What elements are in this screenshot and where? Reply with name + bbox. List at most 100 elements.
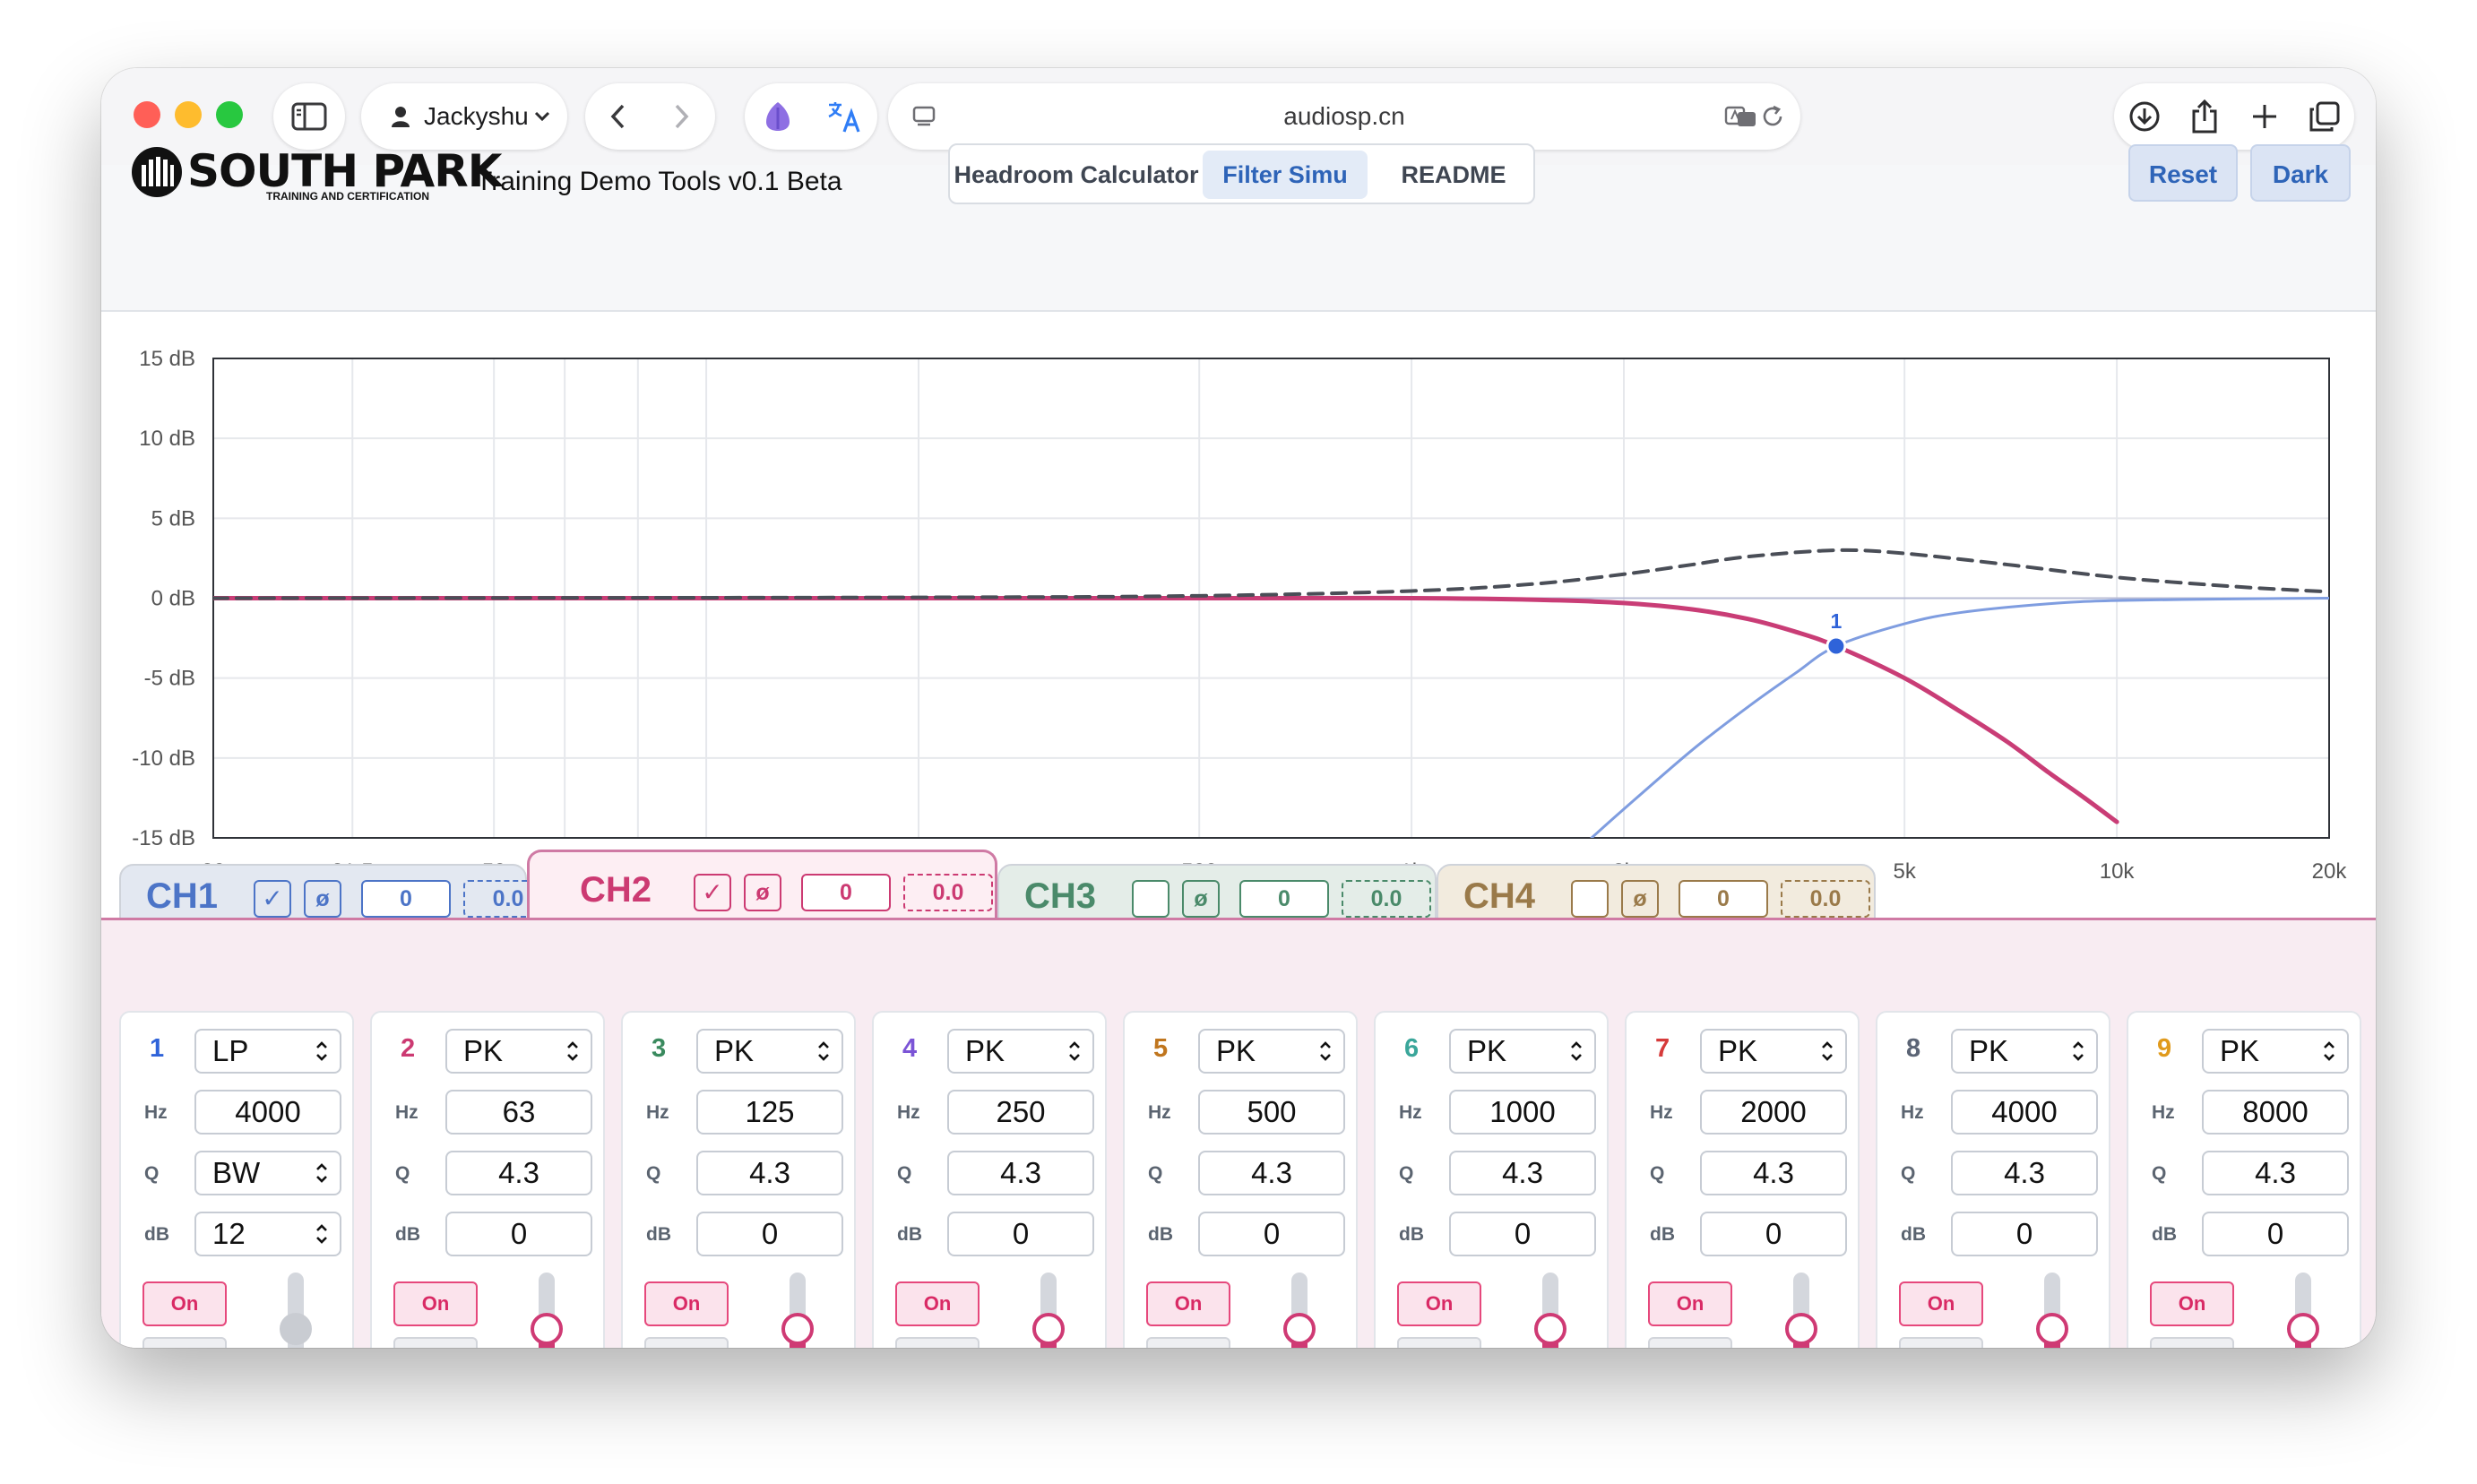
band-reset-button[interactable]: Reset	[644, 1337, 729, 1348]
close-window-button[interactable]	[134, 101, 160, 128]
band-on-button[interactable]: On	[895, 1281, 980, 1326]
band-on-button[interactable]: On	[1397, 1281, 1481, 1326]
band-hz-field[interactable]: 250	[947, 1090, 1094, 1135]
band-q-field[interactable]: 4.3	[947, 1151, 1094, 1195]
download-icon[interactable]	[2114, 100, 2174, 133]
band-type-select[interactable]: PK	[696, 1029, 843, 1074]
band-on-button[interactable]: On	[644, 1281, 729, 1326]
band-type-select[interactable]: PK	[2202, 1029, 2349, 1074]
dark-mode-button[interactable]: Dark	[2250, 144, 2351, 202]
channel-enable-checkbox[interactable]: ✓	[254, 880, 291, 918]
band-reset-button[interactable]: Reset	[1899, 1337, 1983, 1348]
reader-icon[interactable]	[1723, 105, 1759, 128]
band-type-select[interactable]: PK	[1198, 1029, 1345, 1074]
band-q-field[interactable]: 4.3	[696, 1151, 843, 1195]
band-gain-slider-knob[interactable]	[280, 1313, 312, 1345]
channel-enable-checkbox[interactable]	[1571, 880, 1609, 918]
new-tab-icon[interactable]	[2234, 102, 2294, 131]
reload-icon[interactable]	[1759, 105, 1786, 128]
band-reset-button[interactable]: Reset	[1648, 1337, 1732, 1348]
channel-phase-toggle[interactable]: ø	[1182, 880, 1220, 918]
band-on-button[interactable]: On	[1899, 1281, 1983, 1326]
band-db-field[interactable]: 0	[947, 1212, 1094, 1256]
band-on-button[interactable]: On	[2150, 1281, 2234, 1326]
band-reset-button[interactable]: Reset	[142, 1337, 227, 1348]
band-db-field[interactable]: 0	[696, 1212, 843, 1256]
band-hz-field[interactable]: 125	[696, 1090, 843, 1135]
band-db-field[interactable]: 0	[1700, 1212, 1847, 1256]
band-gain-slider-knob[interactable]	[1534, 1313, 1566, 1345]
band-hz-field[interactable]: 8000	[2202, 1090, 2349, 1135]
channel-tab-ch3[interactable]: CH3 ø 0 0.0	[997, 864, 1437, 919]
band-type-select[interactable]: LP	[194, 1029, 341, 1074]
band-type-select[interactable]: PK	[1449, 1029, 1596, 1074]
channel-gain-field[interactable]: 0	[801, 874, 891, 911]
band-hz-field[interactable]: 1000	[1449, 1090, 1596, 1135]
band-reset-button[interactable]: Reset	[2150, 1337, 2234, 1348]
band-q-field[interactable]: 4.3	[1951, 1151, 2098, 1195]
channel-gain-field[interactable]: 0	[1679, 880, 1768, 918]
band-q-field[interactable]: 4.3	[1449, 1151, 1596, 1195]
channel-tab-ch1[interactable]: CH1 ✓ ø 0 0.0	[119, 864, 553, 919]
band-q-field[interactable]: 4.3	[2202, 1151, 2349, 1195]
band-db-field[interactable]: 0	[2202, 1212, 2349, 1256]
band-db-field[interactable]: 0	[1449, 1212, 1596, 1256]
extension-icon[interactable]	[745, 100, 811, 133]
channel-gain-field[interactable]: 0	[1239, 880, 1329, 918]
band-on-button[interactable]: On	[142, 1281, 227, 1326]
channel-phase-toggle[interactable]: ø	[304, 880, 341, 918]
band-type-select[interactable]: PK	[1951, 1029, 2098, 1074]
channel-delay-field[interactable]: 0.0	[1781, 880, 1870, 918]
band-gain-slider-knob[interactable]	[1032, 1313, 1065, 1345]
band-gain-slider-knob[interactable]	[1283, 1313, 1316, 1345]
band-db-field[interactable]: 0	[1951, 1212, 2098, 1256]
sidebar-toggle-button[interactable]	[273, 83, 345, 150]
band-reset-button[interactable]: Reset	[393, 1337, 478, 1348]
back-icon[interactable]	[585, 103, 650, 130]
forward-icon[interactable]	[650, 103, 714, 130]
band-hz-field[interactable]: 500	[1198, 1090, 1345, 1135]
tab-headroom-calculator[interactable]: Headroom Calculator	[954, 151, 1199, 199]
band-hz-field[interactable]: 63	[445, 1090, 592, 1135]
channel-enable-checkbox[interactable]	[1132, 880, 1169, 918]
band-reset-button[interactable]: Reset	[1146, 1337, 1230, 1348]
channel-enable-checkbox[interactable]: ✓	[694, 874, 731, 911]
band-on-button[interactable]: On	[1648, 1281, 1732, 1326]
band-hz-field[interactable]: 4000	[194, 1090, 341, 1135]
address-bar[interactable]: audiosp.cn	[888, 83, 1800, 150]
maximize-window-button[interactable]	[216, 101, 243, 128]
band-gain-slider-knob[interactable]	[781, 1313, 814, 1345]
minimize-window-button[interactable]	[175, 101, 202, 128]
share-icon[interactable]	[2174, 99, 2234, 134]
band-type-select[interactable]: PK	[1700, 1029, 1847, 1074]
channel-tab-ch2[interactable]: CH2 ✓ ø 0 0.0	[527, 850, 997, 919]
tab-readme[interactable]: README	[1371, 151, 1536, 199]
tab-filter-simu[interactable]: Filter Simu	[1203, 151, 1368, 199]
band-db-field[interactable]: 0	[445, 1212, 592, 1256]
band-hz-field[interactable]: 2000	[1700, 1090, 1847, 1135]
band-q-field[interactable]: 4.3	[1198, 1151, 1345, 1195]
channel-delay-field[interactable]: 0.0	[1342, 880, 1431, 918]
channel-tab-ch4[interactable]: CH4 ø 0 0.0	[1437, 864, 1876, 919]
band-q-field[interactable]: BW	[194, 1151, 341, 1195]
tabs-icon[interactable]	[2294, 100, 2354, 133]
band-reset-button[interactable]: Reset	[1397, 1337, 1481, 1348]
band-db-field[interactable]: 12	[194, 1212, 341, 1256]
band-q-field[interactable]: 4.3	[1700, 1151, 1847, 1195]
band-gain-slider-knob[interactable]	[2287, 1313, 2319, 1345]
band-db-field[interactable]: 0	[1198, 1212, 1345, 1256]
channel-gain-field[interactable]: 0	[361, 880, 451, 918]
band-q-field[interactable]: 4.3	[445, 1151, 592, 1195]
band-gain-slider-knob[interactable]	[2036, 1313, 2068, 1345]
band-gain-slider-knob[interactable]	[531, 1313, 563, 1345]
filter-response-chart[interactable]: 2031.55063801002005001k2k5k10k20k15 dB10…	[101, 312, 2376, 918]
channel-phase-toggle[interactable]: ø	[744, 874, 781, 911]
reset-all-button[interactable]: Reset	[2128, 144, 2238, 202]
band-gain-slider-knob[interactable]	[1785, 1313, 1817, 1345]
band-on-button[interactable]: On	[1146, 1281, 1230, 1326]
translate-icon[interactable]	[811, 99, 877, 134]
profile-button[interactable]: Jackyshu	[361, 83, 567, 150]
band-type-select[interactable]: PK	[445, 1029, 592, 1074]
channel-delay-field[interactable]: 0.0	[903, 874, 993, 911]
band-reset-button[interactable]: Reset	[895, 1337, 980, 1348]
